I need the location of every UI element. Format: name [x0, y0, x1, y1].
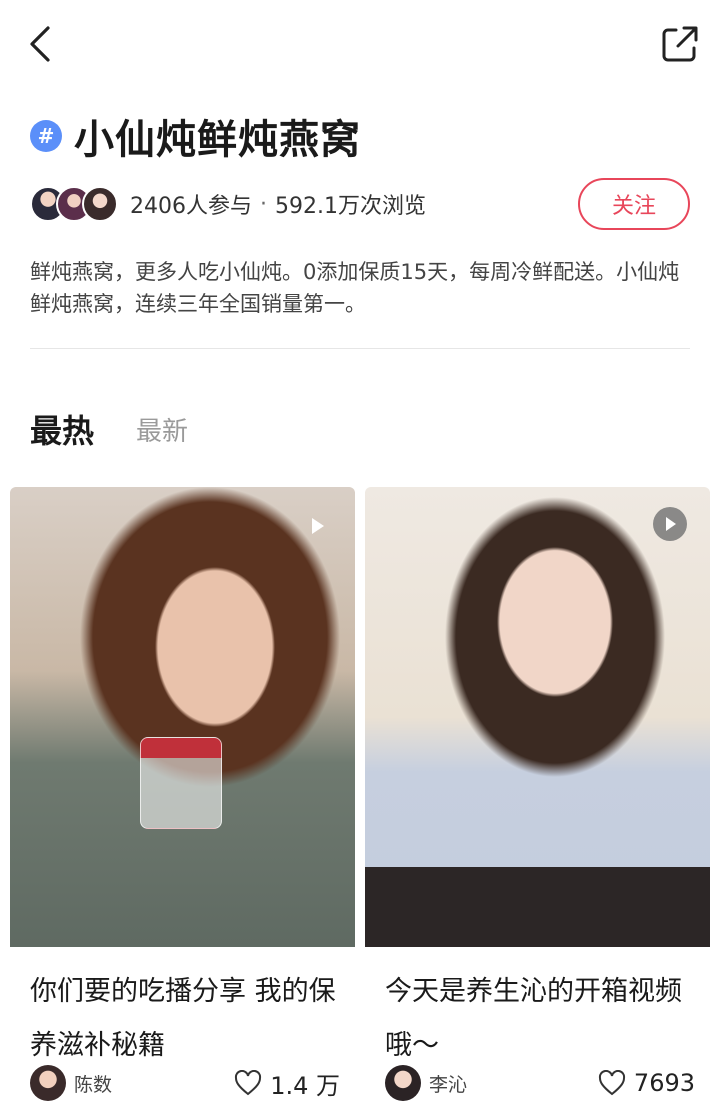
author-avatar[interactable] — [30, 1065, 66, 1101]
back-button[interactable] — [22, 22, 62, 66]
back-arrow-icon — [30, 26, 50, 62]
sort-tabs: 最热 最新 — [30, 396, 188, 452]
tab-new[interactable]: 最新 — [136, 411, 188, 452]
post-card[interactable]: 今天是养生沁的开箱视频哦～ 李沁 7693 — [365, 487, 710, 1109]
avatar — [82, 186, 118, 222]
heart-icon — [598, 1070, 625, 1096]
topic-header: # 小仙炖鲜炖燕窝 — [30, 108, 361, 164]
author-name[interactable]: 陈数 — [74, 1070, 234, 1097]
like-count: 7693 — [633, 1069, 695, 1097]
topic-description: 鲜炖燕窝，更多人吃小仙炖。0添加保质15天，每周冷鲜配送。小仙炖鲜炖燕窝，连续三… — [30, 260, 680, 316]
divider — [30, 348, 690, 349]
top-bar — [0, 0, 720, 88]
product-jar-image — [140, 737, 222, 829]
post-footer: 陈数 1.4 万 — [30, 1063, 340, 1103]
post-card[interactable]: 你们要的吃播分享 我的保养滋补秘籍 陈数 1.4 万 — [10, 487, 355, 1109]
post-video-thumbnail[interactable] — [365, 487, 710, 947]
post-footer: 李沁 7693 — [385, 1063, 695, 1103]
play-icon — [653, 507, 687, 541]
topic-title: 小仙炖鲜炖燕窝 — [74, 117, 361, 163]
participants-count: 2406人参与 — [130, 194, 252, 219]
like-count: 1.4 万 — [270, 1071, 340, 1100]
share-icon — [662, 26, 698, 62]
like-button[interactable]: 7693 — [598, 1069, 695, 1097]
hashtag-icon: # — [30, 120, 62, 152]
topic-stats: 2406人参与 · 592.1万次浏览 — [30, 182, 426, 226]
author-avatar[interactable] — [385, 1065, 421, 1101]
post-title[interactable]: 今天是养生沁的开箱视频哦～ — [385, 965, 695, 1073]
follow-button[interactable]: 关注 — [578, 178, 690, 230]
stats-separator: · — [260, 191, 267, 217]
play-icon — [300, 509, 334, 543]
views-count: 592.1万次浏览 — [275, 194, 426, 219]
share-button[interactable] — [658, 22, 702, 66]
tab-hot[interactable]: 最热 — [30, 406, 94, 452]
author-name[interactable]: 李沁 — [429, 1070, 598, 1097]
participant-avatars[interactable] — [30, 186, 118, 222]
like-button[interactable]: 1.4 万 — [234, 1066, 340, 1101]
post-video-thumbnail[interactable] — [10, 487, 355, 947]
table-surface — [365, 867, 710, 947]
post-title[interactable]: 你们要的吃播分享 我的保养滋补秘籍 — [30, 965, 340, 1073]
heart-icon — [235, 1070, 262, 1096]
